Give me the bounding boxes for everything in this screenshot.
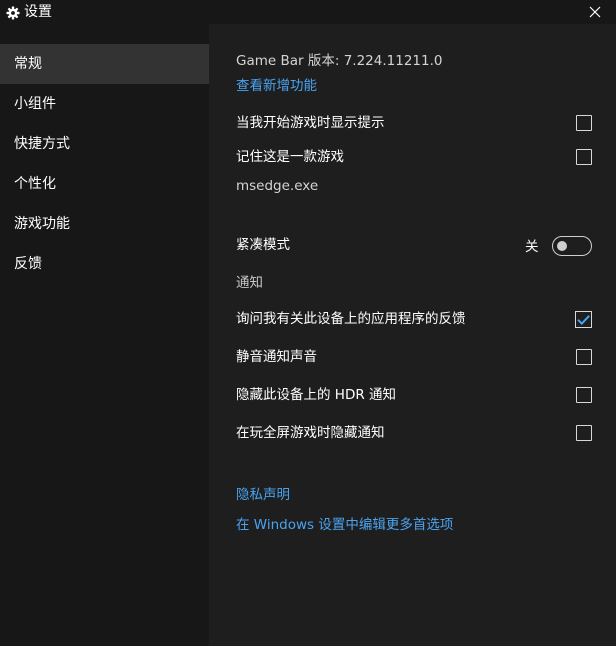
mute-sound-label: 静音通知声音 [236, 349, 317, 365]
hide-fullscreen-label: 在玩全屏游戏时隐藏通知 [236, 425, 385, 441]
ask-feedback-label: 询问我有关此设备上的应用程序的反馈 [236, 311, 466, 327]
process-name: msedge.exe [236, 178, 319, 194]
sidebar-item-general[interactable]: 常规 [0, 44, 209, 84]
compact-mode-label: 紧凑模式 [236, 237, 290, 253]
gear-icon [6, 5, 20, 20]
remember-game-label: 记住这是一款游戏 [236, 149, 344, 165]
compact-mode-toggle[interactable] [552, 236, 592, 256]
window-title: 设置 [24, 4, 52, 20]
remember-game-checkbox[interactable] [576, 149, 592, 165]
ask-feedback-checkbox[interactable] [575, 311, 592, 328]
title-bar: 设置 [0, 0, 616, 24]
hide-fullscreen-checkbox[interactable] [576, 425, 592, 441]
sidebar-item-personalization[interactable]: 个性化 [0, 164, 209, 204]
notifications-header: 通知 [236, 275, 263, 291]
sidebar-item-shortcuts[interactable]: 快捷方式 [0, 124, 209, 164]
hide-hdr-label: 隐藏此设备上的 HDR 通知 [236, 387, 397, 403]
windows-settings-link[interactable]: 在 Windows 设置中编辑更多首选项 [236, 516, 453, 534]
sidebar-item-feedback[interactable]: 反馈 [0, 244, 209, 284]
hide-hdr-checkbox[interactable] [576, 387, 592, 403]
version-text: Game Bar 版本: 7.224.11211.0 [236, 53, 443, 69]
sidebar: 常规 小组件 快捷方式 个性化 游戏功能 反馈 [0, 24, 209, 646]
mute-sound-checkbox[interactable] [576, 349, 592, 365]
close-button[interactable] [574, 0, 616, 24]
toggle-knob [557, 241, 567, 251]
settings-window: 设置 常规 小组件 快捷方式 个性化 游戏功能 反馈 Game Bar 版本: … [0, 0, 616, 646]
sidebar-item-gaming-features[interactable]: 游戏功能 [0, 204, 209, 244]
whats-new-link[interactable]: 查看新增功能 [236, 77, 317, 95]
checkmark-icon [575, 311, 592, 328]
sidebar-item-widgets[interactable]: 小组件 [0, 84, 209, 124]
privacy-link[interactable]: 隐私声明 [236, 486, 290, 504]
show-tips-checkbox[interactable] [576, 115, 592, 131]
close-icon [589, 6, 601, 18]
show-tips-label: 当我开始游戏时显示提示 [236, 115, 385, 131]
general-settings-panel: Game Bar 版本: 7.224.11211.0 查看新增功能 当我开始游戏… [209, 24, 616, 646]
compact-mode-state: 关 [525, 239, 539, 255]
